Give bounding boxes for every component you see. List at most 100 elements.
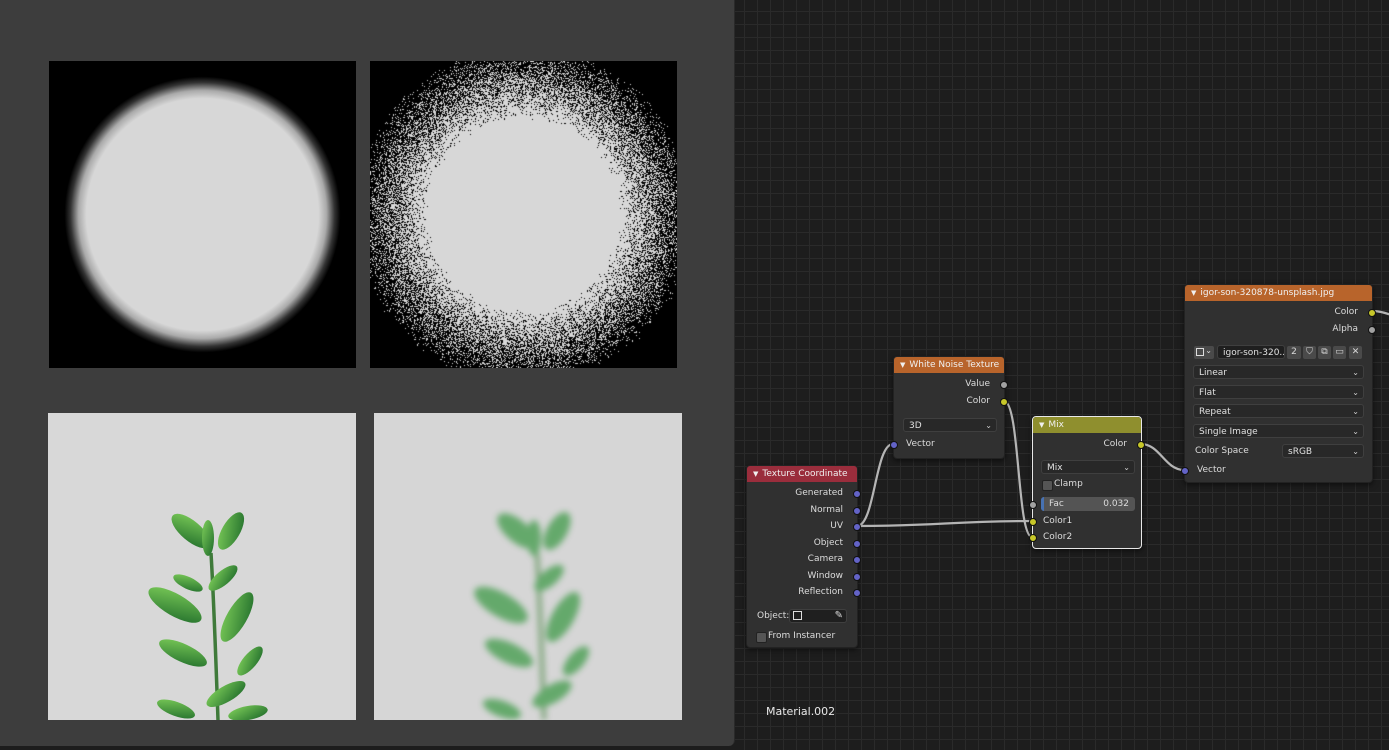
material-name-label: Material.002 [766, 705, 836, 718]
socket-color-out[interactable] [1368, 309, 1376, 317]
input-vector: Vector [906, 439, 935, 449]
projection-value: Flat [1199, 388, 1216, 398]
image-texture-node[interactable]: ▼ igor-son-320878-unsplash.jpg Color Alph… [1181, 284, 1376, 483]
plant-photo-noise-distorted [374, 413, 682, 720]
link-uv-to-vector [856, 442, 894, 528]
eyedropper-icon[interactable]: ✎ [835, 610, 843, 621]
extension-value: Repeat [1199, 407, 1231, 417]
collapse-triangle-icon[interactable]: ▼ [1039, 421, 1044, 429]
output-camera: Camera [807, 554, 843, 564]
source-value: Single Image [1199, 427, 1258, 437]
from-instancer-label: From Instancer [768, 631, 836, 641]
unlink-close-icon[interactable]: ✕ [1349, 346, 1362, 359]
collapse-triangle-icon[interactable]: ▼ [753, 470, 758, 478]
color-space-value: sRGB [1288, 447, 1313, 457]
output-color: Color [1103, 439, 1128, 449]
fake-user-shield-icon[interactable]: ⛉ [1303, 346, 1316, 359]
socket-fac-in[interactable] [1029, 501, 1037, 509]
texture-coordinate-node[interactable]: ▼ Texture Coordinate Generated Normal UV … [746, 465, 861, 648]
chevron-down-icon: ⌄ [1205, 346, 1212, 355]
object-cube-icon [793, 611, 802, 620]
output-value: Value [965, 379, 990, 389]
collapse-triangle-icon[interactable]: ▼ [900, 361, 905, 369]
socket-color1-in[interactable] [1029, 518, 1037, 526]
node-header[interactable]: ▼ Texture Coordinate [747, 466, 857, 482]
socket-alpha-out[interactable] [1368, 326, 1376, 334]
link-noise-color-to-color2 [1003, 399, 1033, 539]
input-vector: Vector [1197, 465, 1226, 475]
clamp-checkbox[interactable] [1042, 480, 1053, 491]
new-image-icon[interactable]: ⧉ [1318, 346, 1331, 359]
shader-node-editor[interactable]: ▼ Texture Coordinate Generated Normal UV … [735, 0, 1389, 750]
socket-window[interactable] [853, 573, 861, 581]
image-name-value: igor-son-320... [1223, 348, 1285, 358]
socket-color[interactable] [1000, 398, 1008, 406]
node-header[interactable]: ▼ igor-son-320878-unsplash.jpg [1185, 285, 1372, 301]
source-dropdown[interactable]: Single Image ⌄ [1193, 424, 1364, 438]
fac-label: Fac [1049, 499, 1064, 509]
chevron-down-icon: ⌄ [1123, 463, 1130, 472]
from-instancer-checkbox[interactable] [756, 632, 767, 643]
interpolation-value: Linear [1199, 368, 1227, 378]
chevron-down-icon: ⌄ [1352, 407, 1359, 416]
link-mix-color-to-image-vector [1140, 442, 1185, 472]
noisy-circle-preview [370, 61, 677, 368]
chevron-down-icon: ⌄ [1352, 368, 1359, 377]
collapse-triangle-icon[interactable]: ▼ [1191, 289, 1196, 297]
socket-camera[interactable] [853, 556, 861, 564]
fac-slider[interactable]: Fac 0.032 [1041, 497, 1135, 511]
blend-mode-value: Mix [1047, 463, 1063, 473]
clamp-label: Clamp [1054, 479, 1083, 489]
output-color: Color [966, 396, 991, 406]
socket-normal[interactable] [853, 507, 861, 515]
chevron-down-icon: ⌄ [985, 421, 992, 430]
projection-dropdown[interactable]: Flat ⌄ [1193, 385, 1364, 399]
white-noise-texture-node[interactable]: ▼ White Noise Texture Value Color 3D ⌄ Ve… [890, 356, 1008, 459]
socket-vector-in[interactable] [1181, 467, 1189, 475]
chevron-down-icon: ⌄ [1352, 447, 1359, 456]
node-header[interactable]: ▼ Mix [1033, 417, 1141, 433]
input-color1: Color1 [1043, 516, 1073, 526]
extension-dropdown[interactable]: Repeat ⌄ [1193, 404, 1364, 418]
image-browse-button[interactable]: ⌄ [1194, 346, 1214, 359]
dimensions-value: 3D [909, 421, 922, 431]
color-space-dropdown[interactable]: sRGB ⌄ [1282, 444, 1364, 458]
mix-node[interactable]: ▼ Mix Color Mix ⌄ Clamp Fac 0.032 Color1 … [1029, 416, 1145, 549]
socket-color2-in[interactable] [1029, 534, 1037, 542]
socket-uv[interactable] [853, 523, 861, 531]
socket-reflection[interactable] [853, 589, 861, 597]
open-folder-icon[interactable]: ▭ [1333, 346, 1346, 359]
output-reflection: Reflection [798, 587, 843, 597]
node-title: Texture Coordinate [762, 469, 848, 479]
image-comparison-panel [0, 0, 735, 746]
socket-color-out[interactable] [1137, 441, 1145, 449]
object-picker-field[interactable]: ✎ [789, 609, 847, 623]
socket-object[interactable] [853, 540, 861, 548]
node-title: White Noise Texture [909, 360, 1000, 370]
socket-value[interactable] [1000, 381, 1008, 389]
image-name-field[interactable]: igor-son-320... [1217, 345, 1285, 359]
output-alpha: Alpha [1332, 324, 1358, 334]
output-uv: UV [830, 521, 843, 531]
node-header[interactable]: ▼ White Noise Texture [894, 357, 1004, 373]
node-title: Mix [1048, 420, 1064, 430]
blend-mode-dropdown[interactable]: Mix ⌄ [1041, 460, 1135, 474]
fac-slider-fill [1041, 497, 1044, 511]
input-color2: Color2 [1043, 532, 1073, 542]
color-space-label: Color Space [1195, 446, 1249, 456]
output-generated: Generated [795, 488, 843, 498]
object-label: Object: [757, 611, 790, 621]
output-normal: Normal [810, 505, 843, 515]
users-count[interactable]: 2 [1287, 346, 1301, 359]
output-window: Window [807, 571, 844, 581]
interpolation-dropdown[interactable]: Linear ⌄ [1193, 365, 1364, 379]
output-object: Object [813, 538, 843, 548]
dimensions-dropdown[interactable]: 3D ⌄ [903, 418, 997, 432]
socket-generated[interactable] [853, 490, 861, 498]
chevron-down-icon: ⌄ [1352, 388, 1359, 397]
socket-vector-in[interactable] [890, 441, 898, 449]
fac-value: 0.032 [1103, 499, 1129, 509]
link-uv-to-color1 [856, 519, 1033, 528]
output-color: Color [1334, 307, 1359, 317]
chevron-down-icon: ⌄ [1352, 427, 1359, 436]
